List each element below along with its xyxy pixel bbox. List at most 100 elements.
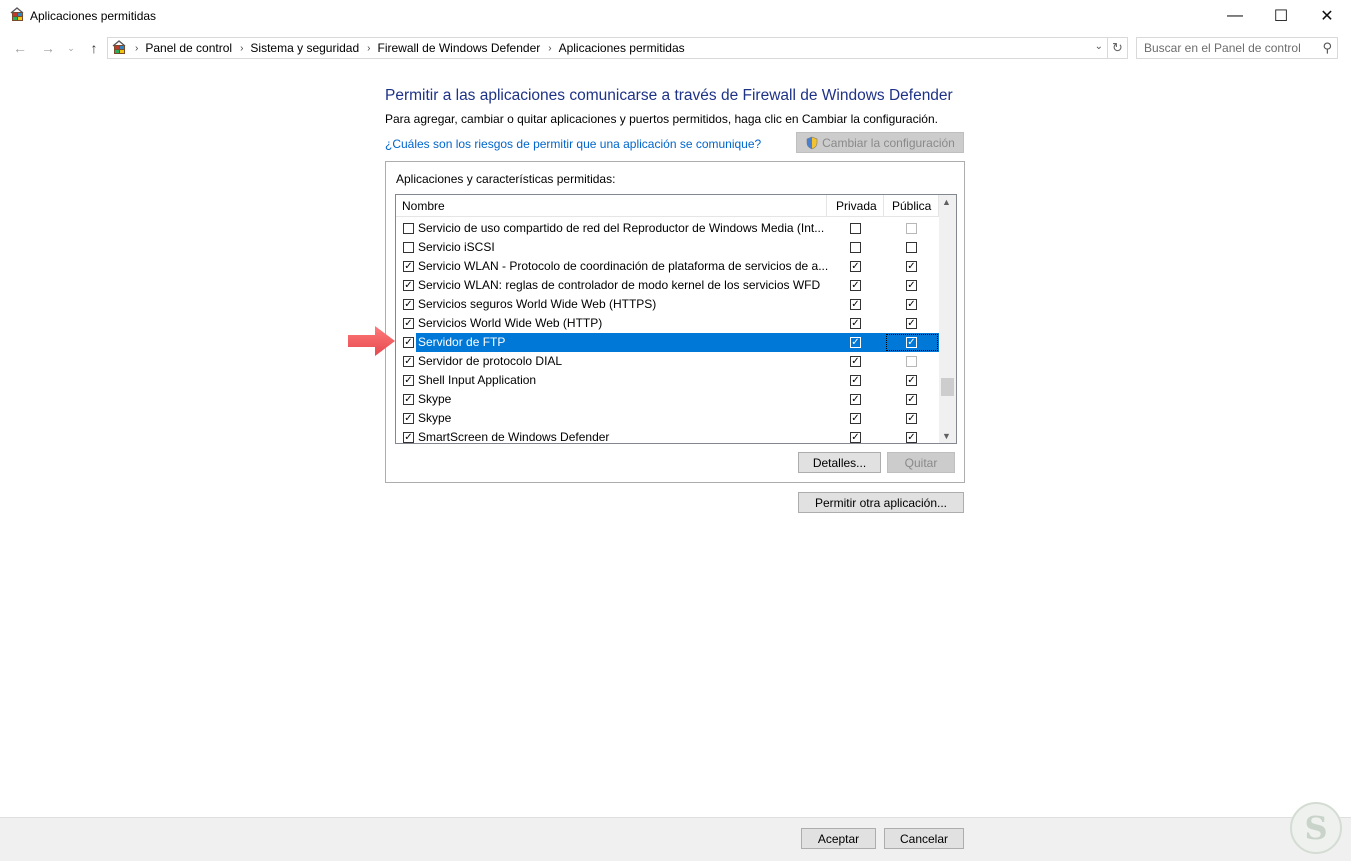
recent-locations-button[interactable]: ⌄	[64, 38, 78, 58]
scroll-down-arrow-icon[interactable]: ▼	[942, 431, 951, 441]
breadcrumb-separator[interactable]: ›	[548, 43, 551, 54]
breadcrumb-firewall[interactable]: Firewall de Windows Defender	[378, 41, 541, 55]
table-row[interactable]: ✓ Servicio WLAN: reglas de controlador de…	[396, 276, 939, 295]
column-header-name[interactable]: Nombre	[402, 195, 445, 217]
window-title: Aplicaciones permitidas	[30, 9, 157, 23]
table-row[interactable]: ✓ SmartScreen de Windows Defender ✓ ✓	[396, 428, 939, 443]
row-private-checkbox[interactable]: ✓	[850, 280, 861, 291]
back-button[interactable]: ←	[10, 38, 30, 58]
row-enabled-checkbox[interactable]: ✓	[403, 356, 414, 367]
change-settings-label: Cambiar la configuración	[822, 135, 955, 150]
row-name: Skype	[418, 411, 452, 425]
cancel-button[interactable]: Cancelar	[884, 828, 964, 849]
maximize-button[interactable]: ☐	[1258, 0, 1304, 31]
row-public-checkbox[interactable]	[906, 356, 917, 367]
scroll-thumb[interactable]	[941, 378, 954, 396]
table-row[interactable]: ✓ Servicio WLAN - Protocolo de coordinaci…	[396, 257, 939, 276]
address-dropdown-icon[interactable]: ⌄	[1095, 41, 1103, 52]
row-enabled-checkbox[interactable]: ✓	[403, 394, 414, 405]
row-public-checkbox[interactable]: ✓	[906, 261, 917, 272]
row-enabled-checkbox[interactable]: ✓	[403, 261, 414, 272]
table-row[interactable]: Servicio iSCSI	[396, 238, 939, 257]
breadcrumb-control-panel[interactable]: Panel de control	[145, 41, 232, 55]
row-public-checkbox[interactable]	[906, 223, 917, 234]
row-enabled-checkbox[interactable]: ✓	[403, 318, 414, 329]
allowed-apps-list[interactable]: Nombre Privada Pública Servicio de uso c…	[395, 194, 957, 444]
table-row[interactable]: ✓ Servidor de protocolo DIAL ✓	[396, 352, 939, 371]
row-enabled-checkbox[interactable]	[403, 223, 414, 234]
row-private-checkbox[interactable]: ✓	[850, 356, 861, 367]
row-enabled-checkbox[interactable]: ✓	[403, 432, 414, 443]
minimize-button[interactable]: —	[1212, 0, 1258, 31]
row-private-checkbox[interactable]: ✓	[850, 413, 861, 424]
table-row[interactable]: ✓ Servicios seguros World Wide Web (HTTPS…	[396, 295, 939, 314]
table-row[interactable]: Servicio de uso compartido de red del Re…	[396, 219, 939, 238]
scroll-up-arrow-icon[interactable]: ▲	[942, 197, 951, 207]
row-public-checkbox[interactable]: ✓	[906, 394, 917, 405]
breadcrumb-separator[interactable]: ›	[367, 43, 370, 54]
address-bar[interactable]: › Panel de control › Sistema y seguridad…	[107, 37, 1108, 59]
remove-button[interactable]: Quitar	[887, 452, 955, 473]
search-box[interactable]: ⚲	[1136, 37, 1338, 59]
up-button[interactable]: ↑	[84, 38, 104, 58]
row-public-checkbox[interactable]: ✓	[906, 337, 917, 348]
uac-shield-icon	[806, 136, 818, 149]
breadcrumb-system-security[interactable]: Sistema y seguridad	[250, 41, 359, 55]
row-enabled-checkbox[interactable]: ✓	[403, 375, 414, 386]
table-row[interactable]: ✓ Servidor de FTP ✓ ✓	[396, 333, 939, 352]
table-row[interactable]: ✓ Servicios World Wide Web (HTTP) ✓ ✓	[396, 314, 939, 333]
details-button[interactable]: Detalles...	[798, 452, 881, 473]
breadcrumb-allowed-apps[interactable]: Aplicaciones permitidas	[559, 41, 685, 55]
risks-link[interactable]: ¿Cuáles son los riesgos de permitir que …	[385, 137, 761, 151]
row-name: Servicios World Wide Web (HTTP)	[418, 316, 603, 330]
row-private-checkbox[interactable]: ✓	[850, 318, 861, 329]
red-arrow-icon	[348, 326, 395, 356]
row-public-checkbox[interactable]: ✓	[906, 432, 917, 443]
row-private-checkbox[interactable]: ✓	[850, 299, 861, 310]
ok-button[interactable]: Aceptar	[801, 828, 876, 849]
row-private-checkbox[interactable]: ✓	[850, 337, 861, 348]
row-private-checkbox[interactable]	[850, 242, 861, 253]
search-input[interactable]	[1144, 41, 1314, 55]
vertical-scrollbar[interactable]: ▲ ▼	[939, 195, 956, 443]
row-public-checkbox[interactable]: ✓	[906, 413, 917, 424]
row-enabled-checkbox[interactable]: ✓	[403, 337, 414, 348]
dialog-footer	[0, 817, 1351, 861]
column-header-public[interactable]: Pública	[892, 195, 931, 217]
close-button[interactable]: ✕	[1304, 0, 1350, 31]
breadcrumb-separator[interactable]: ›	[240, 43, 243, 54]
row-name: Skype	[418, 392, 452, 406]
row-enabled-checkbox[interactable]: ✓	[403, 413, 414, 424]
breadcrumb-separator[interactable]: ›	[135, 43, 138, 54]
change-settings-button[interactable]: Cambiar la configuración	[796, 132, 964, 153]
row-private-checkbox[interactable]: ✓	[850, 432, 861, 443]
allowed-apps-group: Aplicaciones y características permitida…	[385, 161, 965, 483]
row-private-checkbox[interactable]	[850, 223, 861, 234]
row-enabled-checkbox[interactable]	[403, 242, 414, 253]
row-name: Shell Input Application	[418, 373, 537, 387]
row-name: Servicio iSCSI	[418, 240, 495, 254]
table-row[interactable]: ✓ Skype ✓ ✓	[396, 409, 939, 428]
row-public-checkbox[interactable]: ✓	[906, 280, 917, 291]
row-private-checkbox[interactable]: ✓	[850, 375, 861, 386]
control-panel-icon	[10, 7, 24, 21]
row-enabled-checkbox[interactable]: ✓	[403, 280, 414, 291]
table-row[interactable]: ✓ Skype ✓ ✓	[396, 390, 939, 409]
forward-button[interactable]: →	[38, 38, 58, 58]
table-row[interactable]: ✓ Shell Input Application ✓ ✓	[396, 371, 939, 390]
allow-another-app-button[interactable]: Permitir otra aplicación...	[798, 492, 964, 513]
row-private-checkbox[interactable]: ✓	[850, 394, 861, 405]
list-header: Nombre Privada Pública	[396, 195, 939, 217]
refresh-button[interactable]: ↻	[1108, 37, 1128, 59]
row-name: Servidor de protocolo DIAL	[418, 354, 563, 368]
row-public-checkbox[interactable]: ✓	[906, 318, 917, 329]
row-public-checkbox[interactable]: ✓	[906, 375, 917, 386]
column-header-private[interactable]: Privada	[836, 195, 877, 217]
row-enabled-checkbox[interactable]: ✓	[403, 299, 414, 310]
column-divider[interactable]	[883, 195, 884, 217]
row-private-checkbox[interactable]: ✓	[850, 261, 861, 272]
row-public-checkbox[interactable]: ✓	[906, 299, 917, 310]
search-icon[interactable]: ⚲	[1322, 40, 1332, 56]
column-divider[interactable]	[826, 195, 827, 217]
row-public-checkbox[interactable]	[906, 242, 917, 253]
